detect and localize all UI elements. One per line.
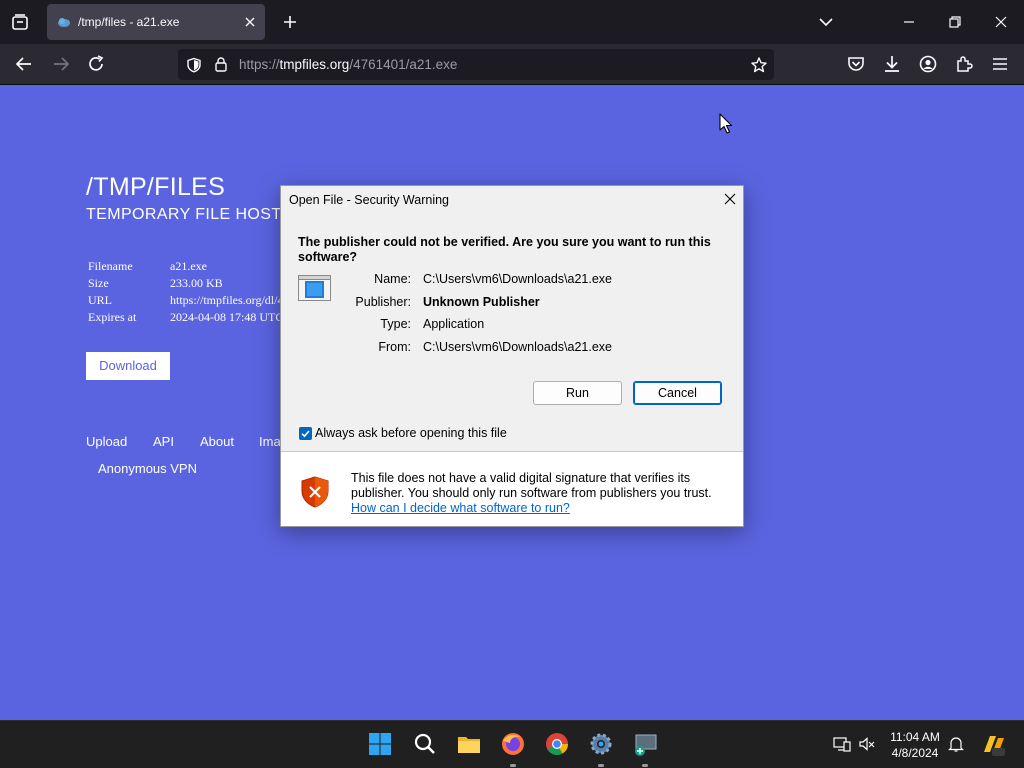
minimize-icon[interactable] (897, 10, 921, 34)
publisher-label: Publisher: (355, 295, 411, 309)
meta-key: Size (88, 276, 109, 290)
meta-value: a21.exe (170, 259, 207, 273)
mouse-cursor-icon (719, 113, 733, 134)
lock-icon[interactable] (214, 56, 228, 72)
clock-date: 4/8/2024 (891, 746, 939, 760)
tab-title: /tmp/files - a21.exe (78, 15, 180, 29)
warning-panel: This file does not have a valid digital … (281, 452, 743, 526)
url-path: /4761401/a21.exe (349, 57, 458, 72)
meta-url-link[interactable]: https://tmpfiles.org/dl/4 (170, 293, 283, 308)
back-icon[interactable] (13, 53, 35, 75)
pocket-icon[interactable] (845, 53, 867, 75)
url-host: tmpfiles.org (279, 57, 350, 72)
active-tab[interactable]: /tmp/files - a21.exe (47, 4, 265, 40)
type-value: Application (423, 317, 485, 331)
warning-shield-icon (301, 476, 329, 508)
images-link[interactable]: Ima (259, 434, 281, 449)
clock-time: 11:04 AM (890, 730, 940, 744)
extensions-icon[interactable] (953, 53, 975, 75)
warning-text: This file does not have a valid digital … (351, 471, 712, 500)
always-ask-checkbox[interactable] (299, 427, 312, 440)
type-label: Type: (380, 317, 411, 331)
system-clock[interactable]: 11:04 AM 4/8/2024 (884, 729, 946, 761)
tmpfiles-favicon-icon (58, 18, 70, 27)
file-explorer-icon[interactable] (456, 731, 482, 757)
dialog-heading: The publisher could not be verified. Are… (298, 235, 711, 264)
firefox-icon[interactable] (500, 731, 526, 757)
help-link[interactable]: How can I decide what software to run? (351, 501, 570, 515)
meta-key: URL (88, 293, 112, 307)
name-value: C:\Users\vm6\Downloads\a21.exe (423, 272, 612, 286)
address-bar[interactable]: https://tmpfiles.org/4761401/a21.exe (178, 49, 774, 80)
downloads-icon[interactable] (881, 53, 903, 75)
run-button[interactable]: Run (533, 381, 622, 405)
download-button[interactable]: Download (86, 352, 170, 380)
taskbar: 11:04 AM 4/8/2024 (0, 720, 1024, 768)
copilot-preview-icon[interactable] (980, 732, 1006, 758)
always-ask-label[interactable]: Always ask before opening this file (315, 426, 507, 440)
remote-desktop-running-indicator (642, 764, 648, 767)
account-icon[interactable] (917, 53, 939, 75)
from-label: From: (378, 340, 411, 354)
meta-key: Expires at (88, 310, 137, 324)
tab-close-icon[interactable] (243, 15, 257, 29)
start-icon[interactable] (367, 731, 393, 757)
tab-overflow-chevron-icon[interactable] (816, 12, 836, 32)
anonymous-vpn-link[interactable]: Anonymous VPN (98, 461, 197, 476)
browser-nav-bar: https://tmpfiles.org/4761401/a21.exe (0, 44, 1024, 85)
name-label: Name: (374, 272, 411, 286)
about-link[interactable]: About (200, 434, 234, 449)
search-icon[interactable] (412, 731, 438, 757)
reload-icon[interactable] (85, 53, 107, 75)
meta-key: Filename (88, 259, 133, 273)
url-text[interactable]: https://tmpfiles.org/4761401/a21.exe (239, 57, 457, 72)
from-value: C:\Users\vm6\Downloads\a21.exe (423, 340, 612, 354)
network-icon[interactable] (833, 735, 851, 753)
cancel-button[interactable]: Cancel (633, 381, 722, 405)
list-all-tabs-icon[interactable] (8, 10, 32, 34)
dialog-title: Open File - Security Warning (289, 193, 450, 207)
window-close-icon[interactable] (989, 10, 1013, 34)
firefox-running-indicator (510, 764, 516, 767)
meta-value: 233.00 KB (170, 276, 223, 290)
settings-running-indicator (598, 764, 604, 767)
url-prefix: https:// (239, 57, 280, 72)
notification-bell-icon[interactable] (947, 735, 965, 753)
restore-icon[interactable] (943, 10, 967, 34)
forward-icon[interactable] (50, 53, 72, 75)
upload-link[interactable]: Upload (86, 434, 127, 449)
remote-desktop-icon[interactable] (632, 731, 658, 757)
dialog-close-icon[interactable] (723, 192, 737, 206)
publisher-value: Unknown Publisher (423, 295, 540, 309)
bookmark-star-icon[interactable] (750, 56, 768, 74)
new-tab-icon[interactable] (280, 12, 300, 32)
settings-icon[interactable] (588, 731, 614, 757)
volume-muted-icon[interactable] (858, 735, 876, 753)
site-subtitle: TEMPORARY FILE HOSTI (86, 206, 287, 223)
tracking-protection-shield-icon[interactable] (186, 57, 202, 73)
api-link[interactable]: API (153, 434, 174, 449)
meta-value: 2024-04-08 17:48 UTC (170, 310, 284, 324)
browser-tab-bar: /tmp/files - a21.exe (0, 0, 1024, 44)
chrome-icon[interactable] (544, 731, 570, 757)
site-title: /TMP/FILES (86, 173, 226, 201)
security-warning-dialog: Open File - Security Warning The publish… (280, 185, 744, 527)
app-menu-icon[interactable] (989, 53, 1011, 75)
